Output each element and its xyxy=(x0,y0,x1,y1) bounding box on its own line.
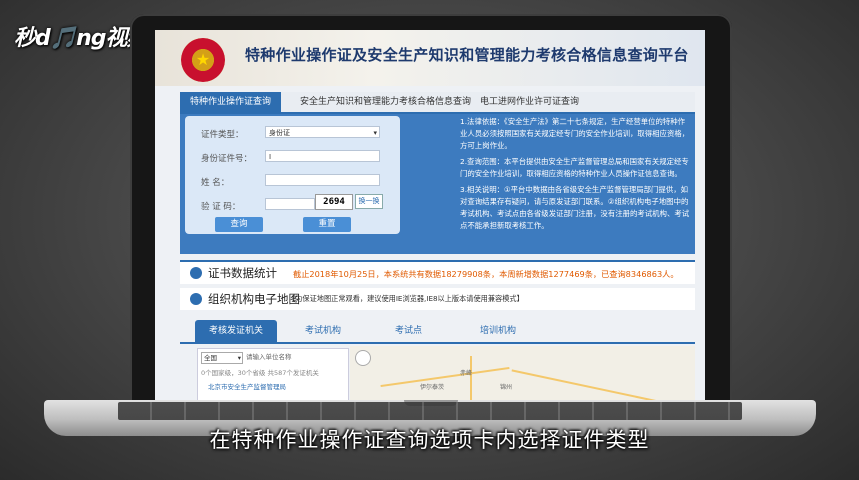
tab-special-operation-cert[interactable]: 特种作业操作证查询 xyxy=(180,92,282,112)
captcha-image: 2694 xyxy=(315,194,353,210)
notes-panel: 1.法律依据：《安全生产法》第二十七条规定，生产经营单位的特种作业人员必须按照国… xyxy=(460,116,690,236)
browser-screen: ★ 特种作业操作证及安全生产知识和管理能力考核合格信息查询平台 特种作业操作证查… xyxy=(155,30,705,402)
map-road xyxy=(380,366,510,388)
query-tabs: 特种作业操作证查询 安全生产知识和管理能力考核合格信息查询 电工进网作业许可证查… xyxy=(180,92,695,114)
national-emblem-icon: ★ xyxy=(181,38,225,82)
unit-search-input[interactable]: 请输入单位名称 xyxy=(246,352,341,362)
authority-list: 全国 ▾ 请输入单位名称 0个国家级，30个省级 共587个发证机关 北京市安全… xyxy=(197,348,349,402)
video-subtitle: 在特种作业操作证查询选项卡内选择证件类型 xyxy=(209,428,650,452)
result-count: 0个国家级，30个省级 共587个发证机关 xyxy=(201,369,319,377)
chart-icon xyxy=(190,267,202,279)
map-tabs: 考核发证机关 考试机构 考试点 培训机构 xyxy=(180,320,695,344)
tab-training-institution[interactable]: 培训机构 xyxy=(480,320,516,342)
tab-electrician-permit[interactable]: 电工进网作业许可证查询 xyxy=(480,92,579,112)
map-place-label: 锦州 xyxy=(500,384,513,391)
note-query-scope: 2.查询范围：本平台提供由安全生产监督管理总局和国家有关规定经专门的安全作业培训… xyxy=(460,157,689,178)
chevron-down-icon: ▾ xyxy=(373,129,377,137)
site-title: 特种作业操作证及安全生产知识和管理能力考核合格信息查询平台 xyxy=(245,46,689,64)
map-browser-note: 【为保证地图正常观看，建议使用IE浏览器,IE8以上版本请使用兼容模式】 xyxy=(288,294,524,303)
text-cursor-icon: I xyxy=(269,153,272,161)
map-canvas[interactable]: 伊尔泰茨 赤峰 锦州 xyxy=(350,346,695,402)
map-place-label: 伊尔泰茨 xyxy=(420,384,445,391)
cert-type-select[interactable]: 身份证 ▾ xyxy=(265,126,380,138)
result-item[interactable]: 北京市安全生产监督管理局 xyxy=(208,381,286,391)
map-pan-control-icon[interactable] xyxy=(355,350,371,366)
site-header: ★ 特种作业操作证及安全生产知识和管理能力考核合格信息查询平台 xyxy=(155,30,705,86)
note-legal-basis: 1.法律依据：《安全生产法》第二十七条规定，生产经营单位的特种作业人员必须按照国… xyxy=(460,117,690,150)
note-remarks: 3.相关说明：①平台中数据由各省级安全生产监督管理局部门提供，如对查询结果存有疑… xyxy=(460,185,690,230)
tab-safety-knowledge[interactable]: 安全生产知识和管理能力考核合格信息查询 xyxy=(300,92,471,112)
watermark-logo: 秒d🎵ng视频 xyxy=(14,26,149,51)
id-number-label: 身份证件号： xyxy=(201,154,253,164)
refresh-captcha-button[interactable]: 换一换 xyxy=(355,194,383,209)
stats-title: 证书数据统计 xyxy=(208,266,277,280)
stats-text: 截止2018年10月25日，本系统共有数据18279908条，本周新增数据127… xyxy=(293,269,679,279)
stats-bar: 证书数据统计 截止2018年10月25日，本系统共有数据18279908条，本周… xyxy=(180,260,695,284)
tab-issuing-authority[interactable]: 考核发证机关 xyxy=(195,320,278,342)
laptop-keyboard xyxy=(118,402,742,420)
tab-exam-site[interactable]: 考试点 xyxy=(395,320,422,342)
map-place-label: 赤峰 xyxy=(460,370,473,377)
name-label: 姓 名： xyxy=(201,178,230,188)
globe-icon xyxy=(190,293,202,305)
map-road xyxy=(470,356,472,402)
query-form: 证件类型： 身份证 ▾ 身份证件号： I 姓 名： 验 证 码： 查询 重置 xyxy=(185,116,400,234)
tab-exam-institution[interactable]: 考试机构 xyxy=(305,320,341,342)
chevron-down-icon: ▾ xyxy=(237,354,241,362)
captcha-label: 验 证 码： xyxy=(201,202,241,212)
captcha-input[interactable] xyxy=(265,198,315,210)
region-select[interactable]: 全国 ▾ xyxy=(201,352,243,364)
id-number-input[interactable]: I xyxy=(265,150,380,162)
reset-button[interactable]: 重置 xyxy=(303,217,351,232)
search-button[interactable]: 查询 xyxy=(215,217,263,232)
region-select-value: 全国 xyxy=(204,354,217,362)
cert-type-value: 身份证 xyxy=(269,129,290,137)
map-road xyxy=(511,369,669,402)
cert-type-label: 证件类型： xyxy=(201,130,244,140)
name-input[interactable] xyxy=(265,174,380,186)
map-title: 组织机构电子地图 xyxy=(208,292,300,306)
